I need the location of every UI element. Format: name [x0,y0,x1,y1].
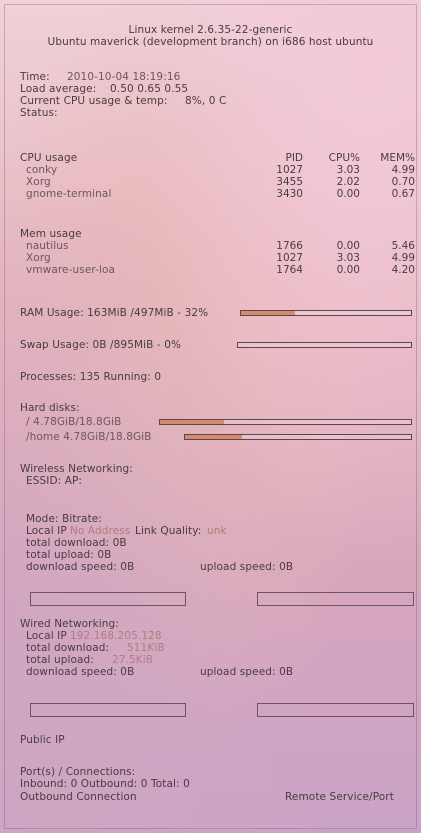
wireless-essid: ESSID: AP: [26,475,83,487]
mem-row-cpu: 3.03 [336,252,360,264]
ram-usage-label: RAM Usage: 163MiB /497MiB - 32% [20,307,209,319]
pid-header: PID [285,152,303,164]
wireless-download-graph [30,592,186,606]
wired-local-ip-value: 192.168.205.128 [70,630,162,642]
load-label: Load average: [20,83,97,95]
mem-row-mem: 4.99 [391,252,415,264]
mem-row-mem: 4.20 [391,264,415,276]
disk-home-label: /home 4.78GiB/18.8GiB [26,431,152,443]
cpu-row-mem: 4.99 [391,164,415,176]
wireless-total-upload: total upload: 0B [26,549,112,561]
outbound-connection-header: Outbound Connection [20,791,137,803]
cpu-row-cpu: 2.02 [336,176,360,188]
wired-local-ip-label: Local IP [26,630,67,642]
disk-home-bar [184,434,412,440]
mem-usage-title: Mem usage [20,228,82,240]
cpu-temp-value: 8%, 0 C [185,95,227,107]
wired-upload-speed: upload speed: 0B [200,666,294,678]
wireless-mode: Mode: Bitrate: [26,513,102,525]
cpu-temp-label: Current CPU usage & temp: [20,95,168,107]
disk-root-label: / 4.78GiB/18.8GiB [26,416,122,428]
wired-total-download-label: total download: [26,642,110,654]
wireless-title: Wireless Networking: [20,463,133,475]
wireless-upload-speed: upload speed: 0B [200,561,294,573]
kernel-title: Linux kernel 2.6.35-22-generic [128,24,293,36]
ports-counts: Inbound: 0 Outbound: 0 Total: 0 [20,778,190,790]
time-label: Time: [20,71,50,83]
wireless-upload-graph [257,592,414,606]
remote-service-header: Remote Service/Port [285,791,394,803]
wired-title: Wired Networking: [20,618,119,630]
disk-root-fill [160,420,224,424]
swap-usage-bar [237,342,412,348]
mem-row-cpu: 0.00 [336,240,360,252]
mem-row-pid: 1766 [276,240,303,252]
wired-upload-graph [257,703,414,717]
public-ip-label: Public IP [20,734,65,746]
wired-total-download-value: 511KiB [127,642,165,654]
wireless-total-download: total download: 0B [26,537,127,549]
wireless-download-speed: download speed: 0B [26,561,135,573]
mem-header: MEM% [380,152,415,164]
time-value: 2010-10-04 18:19:16 [67,71,181,83]
cpu-row-name: Xorg [26,176,51,188]
mem-row-name: nautilus [26,240,69,252]
status-label: Status: [20,107,58,119]
cpu-row-cpu: 3.03 [336,164,360,176]
cpu-row-mem: 0.67 [391,188,415,200]
mem-row-pid: 1764 [276,264,303,276]
ports-title: Port(s) / Connections: [20,766,136,778]
cpu-usage-title: CPU usage [20,152,78,164]
link-quality-value: unk [207,525,227,537]
link-quality-label: Link Quality: [135,525,202,537]
mem-row-mem: 5.46 [391,240,415,252]
ram-usage-bar [240,310,412,316]
processes-line: Processes: 135 Running: 0 [20,371,162,383]
mem-row-name: Xorg [26,252,51,264]
mem-row-cpu: 0.00 [336,264,360,276]
wireless-local-ip-value: No Address [70,525,131,537]
cpu-header: CPU% [328,152,360,164]
mem-row-name: vmware-user-loa [26,264,116,276]
wired-total-upload-label: total upload: [26,654,94,666]
cpu-row-pid: 1027 [276,164,303,176]
cpu-row-name: conky [26,164,58,176]
wired-total-upload-value: 27.5KiB [112,654,154,666]
wireless-local-ip-label: Local IP [26,525,67,537]
cpu-row-pid: 3430 [276,188,303,200]
cpu-row-mem: 0.70 [391,176,415,188]
distro-line: Ubuntu maverick (development branch) on … [47,36,374,48]
hard-disks-title: Hard disks: [20,402,80,414]
cpu-row-pid: 3455 [276,176,303,188]
wired-download-speed: download speed: 0B [26,666,135,678]
mem-row-pid: 1027 [276,252,303,264]
disk-root-bar [159,419,412,425]
load-value: 0.50 0.65 0.55 [110,83,189,95]
wired-download-graph [30,703,186,717]
ram-usage-fill [241,311,296,315]
cpu-row-cpu: 0.00 [336,188,360,200]
disk-home-fill [185,435,243,439]
swap-usage-label: Swap Usage: 0B /895MiB - 0% [20,339,182,351]
cpu-row-name: gnome-terminal [26,188,112,200]
